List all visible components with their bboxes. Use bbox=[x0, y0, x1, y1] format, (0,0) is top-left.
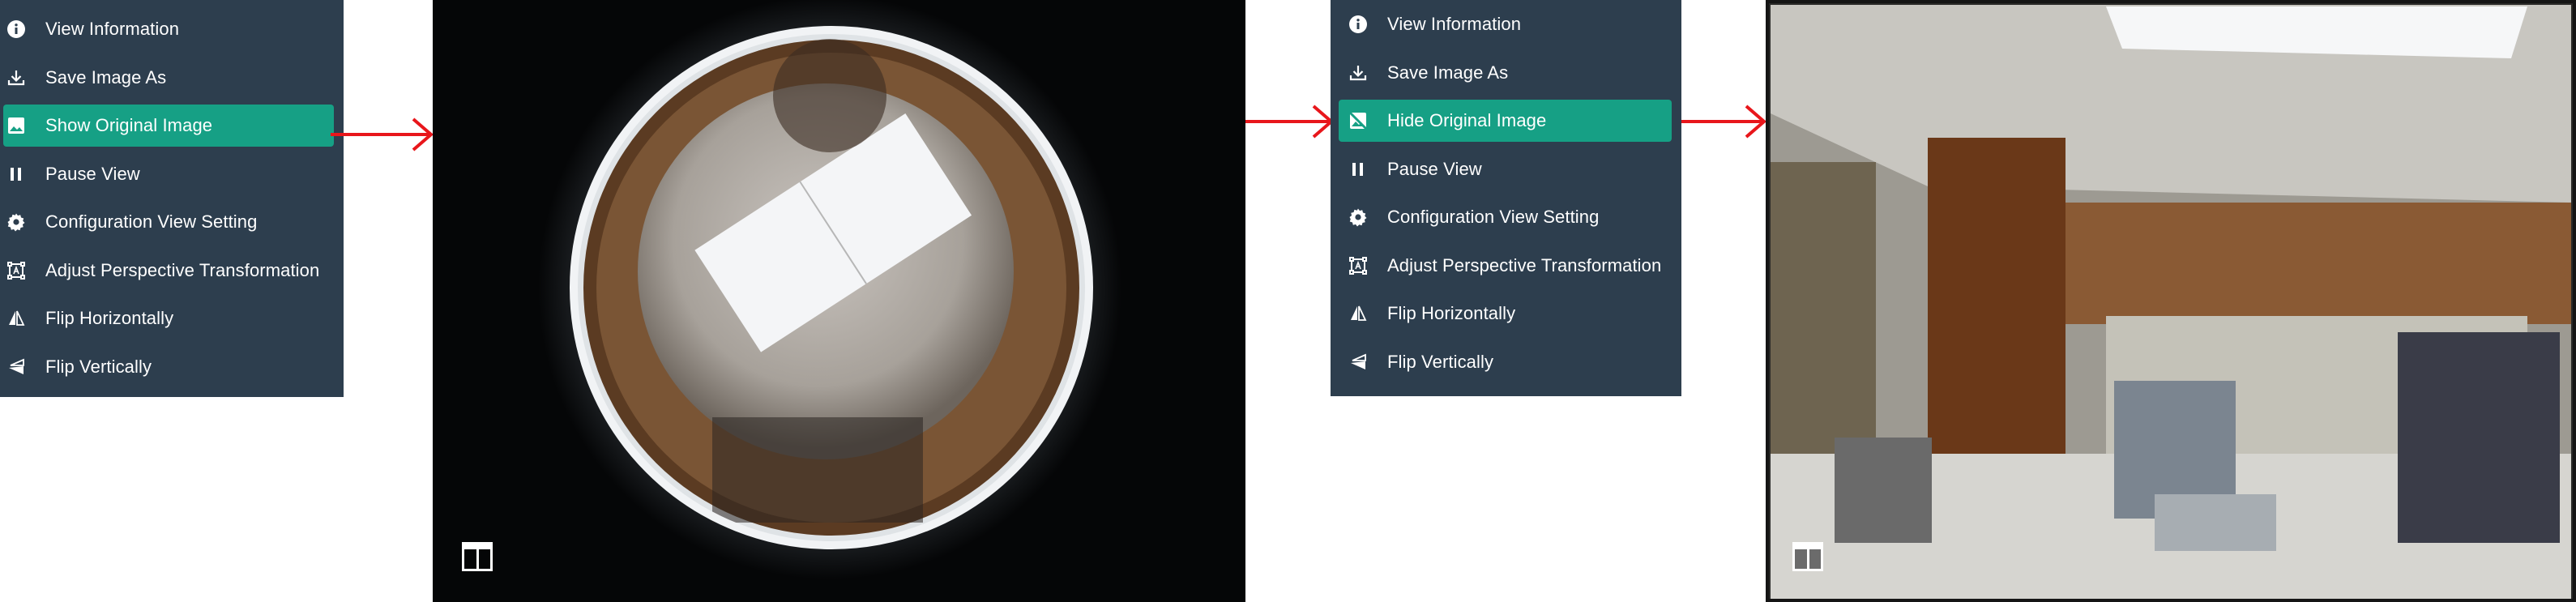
menu-item-label: Hide Original Image bbox=[1387, 110, 1547, 130]
menu-item-label: Configuration View Setting bbox=[1387, 207, 1600, 227]
menu-item-flip-horizontally[interactable]: Flip Horizontally bbox=[1339, 292, 1672, 335]
info-icon bbox=[1348, 15, 1368, 34]
menu-item-show-original-image[interactable]: Show Original Image bbox=[3, 105, 334, 147]
menu-item-pause-view[interactable]: Pause View bbox=[0, 153, 344, 195]
download-icon bbox=[1348, 63, 1368, 83]
menu-item-label: View Information bbox=[1387, 14, 1522, 34]
pause-icon bbox=[1348, 160, 1368, 179]
menu-item-adjust-perspective[interactable]: Adjust Perspective Transformation bbox=[0, 250, 344, 292]
fisheye-image bbox=[538, 0, 1121, 579]
menu-item-label: Flip Vertically bbox=[45, 356, 152, 377]
menu-item-flip-vertically[interactable]: Flip Vertically bbox=[1339, 341, 1672, 383]
image-icon bbox=[6, 116, 26, 135]
red-arrow-1 bbox=[331, 117, 434, 152]
perspective-icon bbox=[1348, 256, 1368, 275]
red-arrow-3 bbox=[1681, 105, 1767, 139]
menu-item-view-information[interactable]: View Information bbox=[1339, 3, 1672, 45]
menu-item-flip-horizontally[interactable]: Flip Horizontally bbox=[0, 297, 344, 339]
menu-item-label: Adjust Perspective Transformation bbox=[45, 259, 320, 280]
menu-item-label: View Information bbox=[45, 19, 180, 39]
context-menu-before: View Information Save Image As Show Orig… bbox=[0, 0, 344, 397]
layout-toggle-icon[interactable] bbox=[1792, 541, 1824, 572]
menu-item-view-information[interactable]: View Information bbox=[0, 8, 344, 50]
gear-icon bbox=[1348, 207, 1368, 227]
menu-item-label: Save Image As bbox=[1387, 62, 1509, 83]
menu-item-label: Flip Horizontally bbox=[45, 308, 174, 328]
menu-item-label: Flip Horizontally bbox=[1387, 303, 1516, 323]
flip-vertical-icon bbox=[6, 357, 26, 377]
menu-item-label: Pause View bbox=[45, 163, 140, 184]
menu-item-configuration-view-setting[interactable]: Configuration View Setting bbox=[0, 201, 344, 243]
menu-item-label: Flip Vertically bbox=[1387, 351, 1494, 372]
original-video-view[interactable] bbox=[1766, 0, 2576, 602]
hide-image-icon bbox=[1348, 111, 1368, 130]
menu-item-save-image-as[interactable]: Save Image As bbox=[1339, 52, 1672, 94]
menu-item-label: Pause View bbox=[1387, 158, 1482, 179]
context-menu-after: View Information Save Image As Hide Orig… bbox=[1331, 0, 1681, 396]
gear-icon bbox=[6, 212, 26, 232]
fisheye-video-view[interactable] bbox=[433, 0, 1245, 602]
menu-item-label: Show Original Image bbox=[45, 115, 213, 135]
menu-item-flip-vertically[interactable]: Flip Vertically bbox=[0, 346, 344, 388]
menu-item-label: Adjust Perspective Transformation bbox=[1387, 254, 1662, 275]
menu-item-label: Configuration View Setting bbox=[45, 211, 258, 232]
layout-toggle-icon[interactable] bbox=[461, 541, 493, 572]
info-icon bbox=[6, 19, 26, 39]
menu-item-save-image-as[interactable]: Save Image As bbox=[0, 57, 344, 99]
menu-item-pause-view[interactable]: Pause View bbox=[1339, 148, 1672, 190]
original-camera-image bbox=[1766, 0, 2576, 602]
pause-icon bbox=[6, 164, 26, 184]
flip-horizontal-icon bbox=[6, 309, 26, 328]
menu-item-adjust-perspective[interactable]: Adjust Perspective Transformation bbox=[1339, 245, 1672, 287]
menu-item-configuration-view-setting[interactable]: Configuration View Setting bbox=[1339, 196, 1672, 238]
perspective-icon bbox=[6, 261, 26, 280]
menu-item-hide-original-image[interactable]: Hide Original Image bbox=[1339, 100, 1672, 142]
download-icon bbox=[6, 68, 26, 88]
flip-vertical-icon bbox=[1348, 352, 1368, 372]
flip-horizontal-icon bbox=[1348, 304, 1368, 323]
menu-item-label: Save Image As bbox=[45, 66, 167, 88]
red-arrow-2 bbox=[1245, 105, 1335, 139]
